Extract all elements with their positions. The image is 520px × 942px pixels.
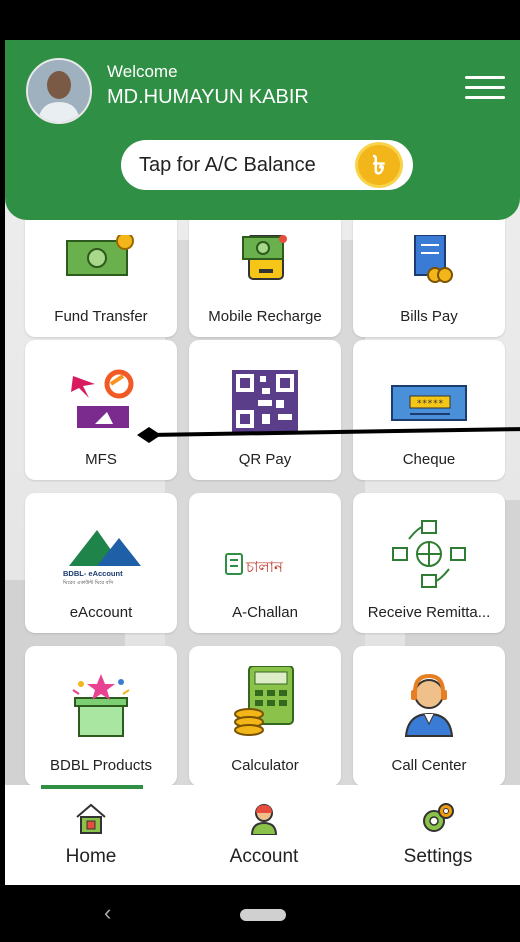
tile-label: Cheque (402, 451, 456, 468)
active-tab-indicator (41, 785, 143, 789)
remittance-icon (353, 519, 505, 589)
balance-button-label: Tap for A/C Balance (139, 154, 316, 176)
challan-text: চালান (245, 558, 284, 576)
nav-account[interactable]: Account (189, 803, 339, 868)
tile-label: A-Challan (232, 604, 298, 621)
call-center-icon (353, 670, 505, 740)
calculator-icon (189, 666, 341, 738)
mfs-icon (25, 362, 177, 432)
nav-home[interactable]: Home (16, 803, 166, 868)
tile-label: Fund Transfer (54, 308, 148, 325)
a-challan-icon: চালান (189, 529, 341, 599)
tile-qr-pay[interactable]: QR Pay (189, 340, 341, 480)
gear-icon (423, 803, 454, 832)
bills-pay-icon (353, 225, 505, 295)
tile-label: Call Center (391, 757, 467, 774)
eaccount-logo-icon: BDBL- eAccount ঘিরেব একাউন্ট ঘিরে বসি (25, 521, 177, 591)
home-icon (76, 803, 106, 834)
gift-box-icon (25, 670, 177, 740)
nav-settings-label: Settings (403, 846, 473, 867)
balance-button[interactable]: Tap for A/C Balance ৳ (121, 140, 413, 190)
tile-label: eAccount (69, 604, 133, 621)
welcome-text: Welcome (107, 62, 178, 81)
tile-label: Receive Remitta... (367, 604, 491, 621)
account-icon (250, 804, 278, 836)
tile-cheque[interactable]: ***** Cheque (353, 340, 505, 480)
back-icon[interactable]: ‹ (104, 900, 111, 926)
system-navigation-bar: ‹ (0, 885, 520, 942)
user-name: MD.HUMAYUN KABIR (107, 86, 309, 108)
tile-label: MFS (85, 451, 117, 468)
cheque-stars: ***** (416, 399, 443, 409)
nav-account-label: Account (229, 846, 299, 867)
app-header: Welcome MD.HUMAYUN KABIR Tap for A/C Bal… (5, 40, 520, 220)
nav-settings[interactable]: Settings (363, 803, 513, 868)
mobile-recharge-icon (189, 225, 341, 295)
status-bar (0, 0, 520, 40)
tile-mfs[interactable]: MFS (25, 340, 177, 480)
tile-call-center[interactable]: Call Center (353, 646, 505, 786)
tile-label: QR Pay (238, 451, 292, 468)
taka-coin-icon: ৳ (355, 142, 403, 188)
eaccount-tagline: ঘিরেব একাউন্ট ঘিরে বসি (62, 579, 114, 586)
tile-calculator[interactable]: Calculator (189, 646, 341, 786)
tile-label: BDBL Products (50, 757, 152, 774)
avatar[interactable] (26, 58, 92, 124)
tile-label: Bills Pay (400, 308, 458, 325)
tile-bdbl-products[interactable]: BDBL Products (25, 646, 177, 786)
annotation-arrow (137, 427, 520, 443)
tile-a-challan[interactable]: চালান A-Challan (189, 493, 341, 633)
tile-eaccount[interactable]: BDBL- eAccount ঘিরেব একাউন্ট ঘিরে বসি eA… (25, 493, 177, 633)
app-screen: Welcome MD.HUMAYUN KABIR Tap for A/C Bal… (5, 40, 520, 885)
tile-label: Mobile Recharge (208, 308, 322, 325)
tile-receive-remittance[interactable]: Receive Remitta... (353, 493, 505, 633)
nav-home-label: Home (65, 846, 117, 867)
tile-label: Calculator (231, 757, 299, 774)
home-pill-button[interactable] (240, 909, 286, 921)
eaccount-logo-text: BDBL- eAccount (63, 569, 123, 578)
hamburger-menu-icon[interactable] (465, 76, 505, 99)
fund-transfer-icon (25, 225, 177, 295)
bottom-navigation: Home Account Settings (5, 785, 520, 885)
